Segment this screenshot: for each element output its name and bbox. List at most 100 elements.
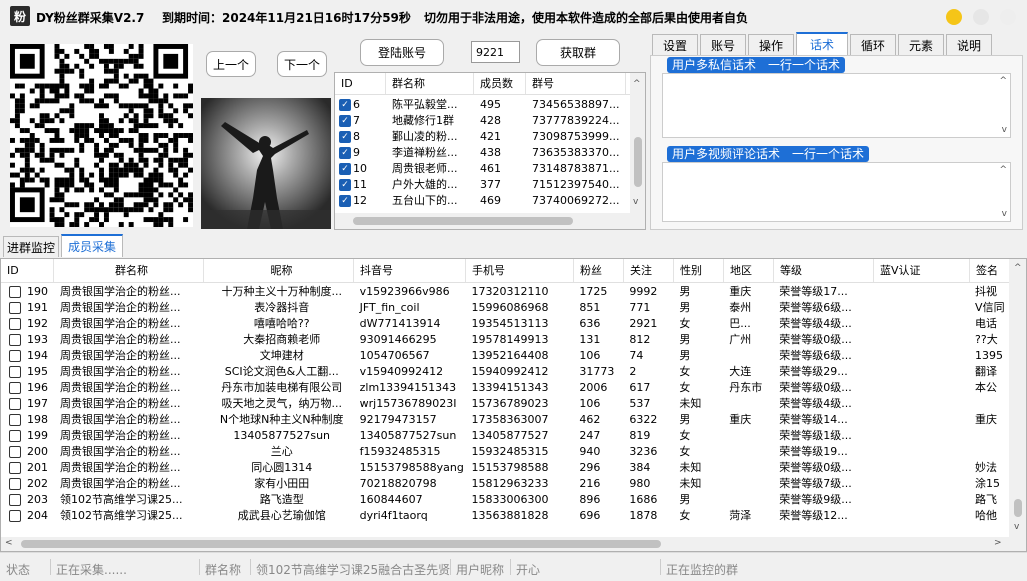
group-table-hscrollbar[interactable] (335, 213, 645, 229)
member-row[interactable]: 192 周贵银国学治企的粉丝... 嘻嘻哈哈?? dW771413914 1935451… (1, 316, 1009, 332)
next-button[interactable]: 下一个 (277, 51, 327, 77)
member-row[interactable]: 198 周贵银国学治企的粉丝... N个地球N种主义N种制度 92179473157 1… (1, 412, 1009, 428)
row-checkbox[interactable] (9, 366, 21, 378)
member-row[interactable]: 196 周贵银国学治企的粉丝... 丹东市加装电梯有限公司 zlm1339415134… (1, 380, 1009, 396)
col-group-name[interactable]: 群名称 (386, 73, 474, 94)
lower-tab-1[interactable]: 成员采集 (61, 234, 123, 257)
group-row[interactable]: ✓ 7 地藏修行1群 428 73777839224... (335, 113, 630, 129)
member-row[interactable]: 200 周贵银国学治企的粉丝... 兰心 f15932485315 1593248531… (1, 444, 1009, 460)
login-button[interactable]: 登陆账号 (360, 39, 444, 66)
group-row[interactable]: ✓ 8 鄞山凌的粉... 421 73098753999... (335, 129, 630, 145)
cell-fans: 247 (579, 429, 601, 442)
col-fans[interactable]: 粉丝 (574, 259, 624, 282)
row-checkbox[interactable] (9, 286, 21, 298)
member-row[interactable]: 202 周贵银国学治企的粉丝... 家有小田田 70218820798 15812963… (1, 476, 1009, 492)
col-gender[interactable]: 性别 (674, 259, 724, 282)
group-table-vscrollbar[interactable]: ^ v (630, 73, 645, 213)
member-row[interactable]: 197 周贵银国学治企的粉丝... 吸天地之灵气，纳万物... wrj15736789… (1, 396, 1009, 412)
prev-button[interactable]: 上一个 (206, 51, 256, 77)
row-checkbox[interactable] (9, 350, 21, 362)
comment-script-textarea[interactable]: ^ v (662, 162, 1011, 222)
row-checkbox[interactable]: ✓ (339, 131, 351, 143)
col-douyin-id[interactable]: 抖音号 (354, 259, 466, 282)
cell-signature: 哈他 (975, 509, 998, 522)
cell-nickname: 吸天地之灵气，纳万物... (221, 397, 342, 410)
row-checkbox[interactable] (9, 334, 21, 346)
member-row[interactable]: 203 领102节高维学习课25... 路飞造型 160844607 158330063… (1, 492, 1009, 508)
maximize-button[interactable] (973, 9, 989, 25)
col-group-no[interactable]: 群号 (526, 73, 626, 94)
row-checkbox[interactable] (9, 478, 21, 490)
row-checkbox[interactable] (9, 382, 21, 394)
col-members[interactable]: 成员数 (474, 73, 526, 94)
row-checkbox[interactable] (9, 430, 21, 442)
cell-bluev (873, 316, 969, 332)
lower-tab-0[interactable]: 进群监控 (3, 236, 59, 257)
group-row[interactable]: ✓ 11 户外大雄的... 377 71512397540... (335, 177, 630, 193)
row-checkbox[interactable] (9, 462, 21, 474)
private-script-label: 用户多私信话术 一行一个话术 (667, 57, 846, 73)
row-checkbox[interactable]: ✓ (339, 115, 351, 127)
col-signature[interactable]: 签名 (970, 259, 1010, 282)
row-checkbox[interactable]: ✓ (339, 147, 351, 159)
member-row[interactable]: 191 周贵银国学治企的粉丝... 表冷器抖音 JFT_fin_coil 1599608… (1, 300, 1009, 316)
close-button[interactable] (1000, 9, 1016, 25)
member-row[interactable]: 194 周贵银国学治企的粉丝... 文坤建材 1054706567 1395216440… (1, 348, 1009, 364)
settings-tab-2[interactable]: 操作 (748, 34, 794, 55)
row-checkbox[interactable] (9, 446, 21, 458)
settings-tab-6[interactable]: 说明 (946, 34, 992, 55)
row-checkbox[interactable] (9, 318, 21, 330)
col-region[interactable]: 地区 (724, 259, 774, 282)
hscroll-thumb[interactable] (353, 217, 573, 225)
row-checkbox[interactable] (9, 398, 21, 410)
group-row[interactable]: ✓ 12 五台山下的... 469 73740069272... (335, 193, 630, 209)
member-row[interactable]: 190 周贵银国学治企的粉丝... 十万种主义十万种制度... v15923966v9… (1, 284, 1009, 300)
group-name: 五台山下的... (392, 194, 458, 207)
group-count-field[interactable]: 9221 (471, 41, 520, 63)
group-row[interactable]: ✓ 9 李道禅粉丝... 438 73635383370... (335, 145, 630, 161)
settings-tab-0[interactable]: 设置 (652, 34, 698, 55)
settings-tab-4[interactable]: 循环 (850, 34, 896, 55)
cell-region: 泰州 (729, 301, 752, 314)
group-row[interactable]: ✓ 10 周贵银老师... 461 73148783871... (335, 161, 630, 177)
row-checkbox[interactable] (9, 510, 21, 522)
member-row[interactable]: 193 周贵银国学治企的粉丝... 大秦招商赖老师 93091466295 195781… (1, 332, 1009, 348)
get-group-button[interactable]: 获取群 (536, 39, 620, 66)
member-table-hscrollbar[interactable]: < > (1, 537, 1026, 551)
col-nickname[interactable]: 昵称 (204, 259, 354, 282)
row-checkbox[interactable]: ✓ (339, 195, 351, 207)
row-checkbox[interactable] (9, 414, 21, 426)
member-table-vscrollbar[interactable]: ^ v (1009, 259, 1026, 537)
row-checkbox[interactable] (9, 494, 21, 506)
member-row[interactable]: 201 周贵银国学治企的粉丝... 同心圆1314 15153798588yang 15… (1, 460, 1009, 476)
settings-tab-1[interactable]: 账号 (700, 34, 746, 55)
member-row[interactable]: 195 周贵银国学治企的粉丝... SCI论文润色&人工翻... v159409924… (1, 364, 1009, 380)
row-checkbox[interactable] (9, 302, 21, 314)
avatar-image (201, 98, 331, 229)
col-following[interactable]: 关注 (624, 259, 674, 282)
member-table[interactable]: ID 群名称 昵称 抖音号 手机号 粉丝 关注 性别 地区 等级 蓝V认证 签名 190 周贵银国学治企… (0, 258, 1027, 552)
row-checkbox[interactable]: ✓ (339, 99, 351, 111)
minimize-button[interactable] (946, 9, 962, 25)
cell-signature: 路飞 (975, 493, 998, 506)
cell-gender: 女 (679, 317, 691, 330)
group-table[interactable]: ID 群名称 成员数 群号 ✓ 6 陈平弘毅堂... 495 73456538897..… (334, 72, 646, 230)
col-id[interactable]: ID (335, 73, 386, 94)
member-row[interactable]: 204 领102节高维学习课25... 成武县心艺瑜伽馆 dyri4f1taorq 13… (1, 508, 1009, 524)
col-bluev[interactable]: 蓝V认证 (874, 259, 970, 282)
col-phone[interactable]: 手机号 (466, 259, 574, 282)
row-checkbox[interactable]: ✓ (339, 163, 351, 175)
cell-gender: 未知 (679, 397, 702, 410)
member-row[interactable]: 199 周贵银国学治企的粉丝... 13405877527sun 1340587752… (1, 428, 1009, 444)
member-scroll-thumb[interactable] (1014, 499, 1022, 517)
settings-tab-3[interactable]: 话术 (796, 32, 848, 55)
col-group-name[interactable]: 群名称 (54, 259, 204, 282)
scroll-thumb[interactable] (634, 137, 642, 187)
private-script-textarea[interactable]: ^ v (662, 73, 1011, 138)
col-level[interactable]: 等级 (774, 259, 874, 282)
member-hscroll-thumb[interactable] (21, 540, 661, 548)
row-checkbox[interactable]: ✓ (339, 179, 351, 191)
col-id[interactable]: ID (1, 259, 54, 282)
settings-tab-5[interactable]: 元素 (898, 34, 944, 55)
group-row[interactable]: ✓ 6 陈平弘毅堂... 495 73456538897... (335, 97, 630, 113)
